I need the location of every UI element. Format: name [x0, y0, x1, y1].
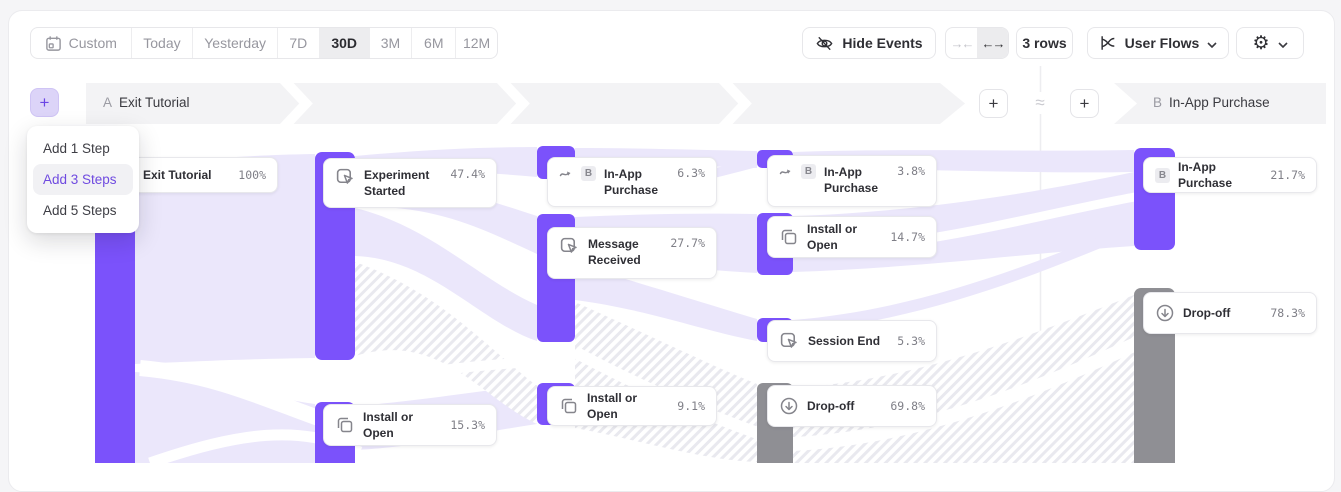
flow-node-exit-tutorial[interactable]: Exit Tutorial 100%	[128, 157, 278, 193]
windows-icon	[335, 415, 355, 435]
node-label: In-App Purchase	[824, 164, 880, 196]
menu-item-add-1-step[interactable]: Add 1 Step	[33, 133, 133, 164]
hide-events-button[interactable]: Hide Events	[802, 27, 936, 59]
chevron-down-icon	[1207, 35, 1217, 51]
event-b-badge: B	[581, 166, 596, 181]
node-label: Install or Open	[587, 390, 669, 422]
node-percent: 6.3%	[677, 166, 705, 180]
flow-node-in-app-purchase-21[interactable]: B In-App Purchase 21.7%	[1143, 157, 1317, 193]
event-b-badge: B	[1155, 168, 1170, 183]
flow-jump-icon	[559, 166, 573, 180]
windows-icon	[559, 396, 579, 416]
date-range-3m[interactable]: 3M	[370, 28, 413, 58]
cursor-click-icon	[779, 331, 800, 352]
flow-node-message-received[interactable]: Message Received 27.7%	[547, 227, 717, 279]
node-label: Drop-off	[1183, 305, 1230, 321]
cursor-click-icon	[335, 167, 356, 188]
rows-button[interactable]: 3 rows	[1016, 27, 1073, 59]
flow-node-install-or-open-14[interactable]: Install or Open 14.7%	[767, 216, 937, 258]
node-percent: 21.7%	[1270, 168, 1305, 182]
user-flows-report: Custom Today Yesterday 7D 30D 3M 6M 12M …	[0, 0, 1341, 463]
flows-chart-icon	[1099, 34, 1117, 52]
date-range-custom[interactable]: Custom	[31, 28, 132, 58]
date-range-12m[interactable]: 12M	[456, 28, 497, 58]
menu-item-add-3-steps[interactable]: Add 3 Steps	[33, 164, 133, 195]
chevron-down-icon	[1278, 35, 1288, 51]
date-range-yesterday[interactable]: Yesterday	[193, 28, 278, 58]
plus-icon: +	[989, 94, 999, 114]
menu-item-add-5-steps[interactable]: Add 5 Steps	[33, 195, 133, 226]
add-step-before-b-button[interactable]: +	[1070, 89, 1099, 118]
flow-node-install-or-open-15[interactable]: Install or Open 15.3%	[323, 404, 497, 446]
eye-off-icon	[815, 34, 834, 53]
rows-label: 3 rows	[1022, 35, 1066, 51]
node-percent: 47.4%	[450, 167, 485, 181]
flow-node-drop-off-78[interactable]: Drop-off 78.3%	[1143, 292, 1317, 334]
date-range-7d[interactable]: 7D	[278, 28, 320, 58]
node-label: Install or Open	[363, 409, 442, 441]
node-percent: 27.7%	[670, 236, 705, 250]
flow-jump-icon	[779, 164, 793, 178]
node-label: Message Received	[588, 236, 654, 268]
node-percent: 78.3%	[1270, 306, 1305, 320]
flow-node-experiment-started[interactable]: Experiment Started 47.4%	[323, 158, 497, 208]
node-percent: 100%	[238, 168, 266, 182]
event-b-badge: B	[801, 164, 816, 179]
drop-off-icon	[779, 396, 799, 416]
settings-button[interactable]: ⚙	[1236, 27, 1304, 59]
windows-icon	[779, 227, 799, 247]
gear-icon: ⚙	[1252, 34, 1269, 53]
flow-node-in-app-purchase-3[interactable]: B In-App Purchase 3.8%	[767, 155, 937, 207]
node-label: Experiment Started	[364, 167, 436, 199]
date-range-control: Custom Today Yesterday 7D 30D 3M 6M 12M	[30, 27, 498, 59]
add-step-after-a-button[interactable]: +	[979, 89, 1008, 118]
add-step-before-button[interactable]: +	[30, 88, 59, 117]
node-label: Exit Tutorial	[143, 167, 211, 183]
node-percent: 14.7%	[890, 230, 925, 244]
node-percent: 5.3%	[897, 334, 925, 348]
node-label: Install or Open	[807, 221, 882, 253]
flow-node-session-end[interactable]: Session End 5.3%	[767, 320, 937, 362]
date-range-30d[interactable]: 30D	[320, 28, 370, 58]
gap-indicator-icon: ≈	[1029, 92, 1051, 114]
flow-node-drop-off-69[interactable]: Drop-off 69.8%	[767, 385, 937, 427]
calendar-icon	[45, 35, 62, 52]
drop-off-icon	[1155, 303, 1175, 323]
node-label: In-App Purchase	[1178, 159, 1262, 191]
plus-icon: +	[1080, 94, 1090, 114]
expand-columns-button[interactable]: ←→	[977, 28, 1008, 58]
node-label: Session End	[808, 333, 880, 349]
hide-events-label: Hide Events	[842, 35, 922, 51]
add-step-menu: Add 1 Step Add 3 Steps Add 5 Steps	[27, 126, 139, 233]
expand-collapse-control: →← ←→	[945, 27, 1009, 59]
node-percent: 15.3%	[450, 418, 485, 432]
step-a-title: AExit Tutorial	[103, 95, 190, 110]
date-range-6m[interactable]: 6M	[412, 28, 456, 58]
view-selector-button[interactable]: User Flows	[1087, 27, 1229, 59]
collapse-columns-button[interactable]: →←	[946, 28, 977, 58]
flow-node-install-or-open-9[interactable]: Install or Open 9.1%	[547, 386, 717, 426]
plus-icon: +	[40, 93, 50, 113]
step-b-title: BIn-App Purchase	[1153, 95, 1270, 110]
flow-node-in-app-purchase-6[interactable]: B In-App Purchase 6.3%	[547, 157, 717, 207]
view-selector-label: User Flows	[1125, 35, 1200, 51]
date-range-label: Custom	[69, 35, 117, 51]
node-percent: 69.8%	[890, 399, 925, 413]
node-percent: 3.8%	[897, 164, 925, 178]
node-percent: 9.1%	[677, 399, 705, 413]
node-label: Drop-off	[807, 398, 854, 414]
cursor-click-icon	[559, 236, 580, 257]
date-range-today[interactable]: Today	[132, 28, 194, 58]
node-label: In-App Purchase	[604, 166, 660, 198]
